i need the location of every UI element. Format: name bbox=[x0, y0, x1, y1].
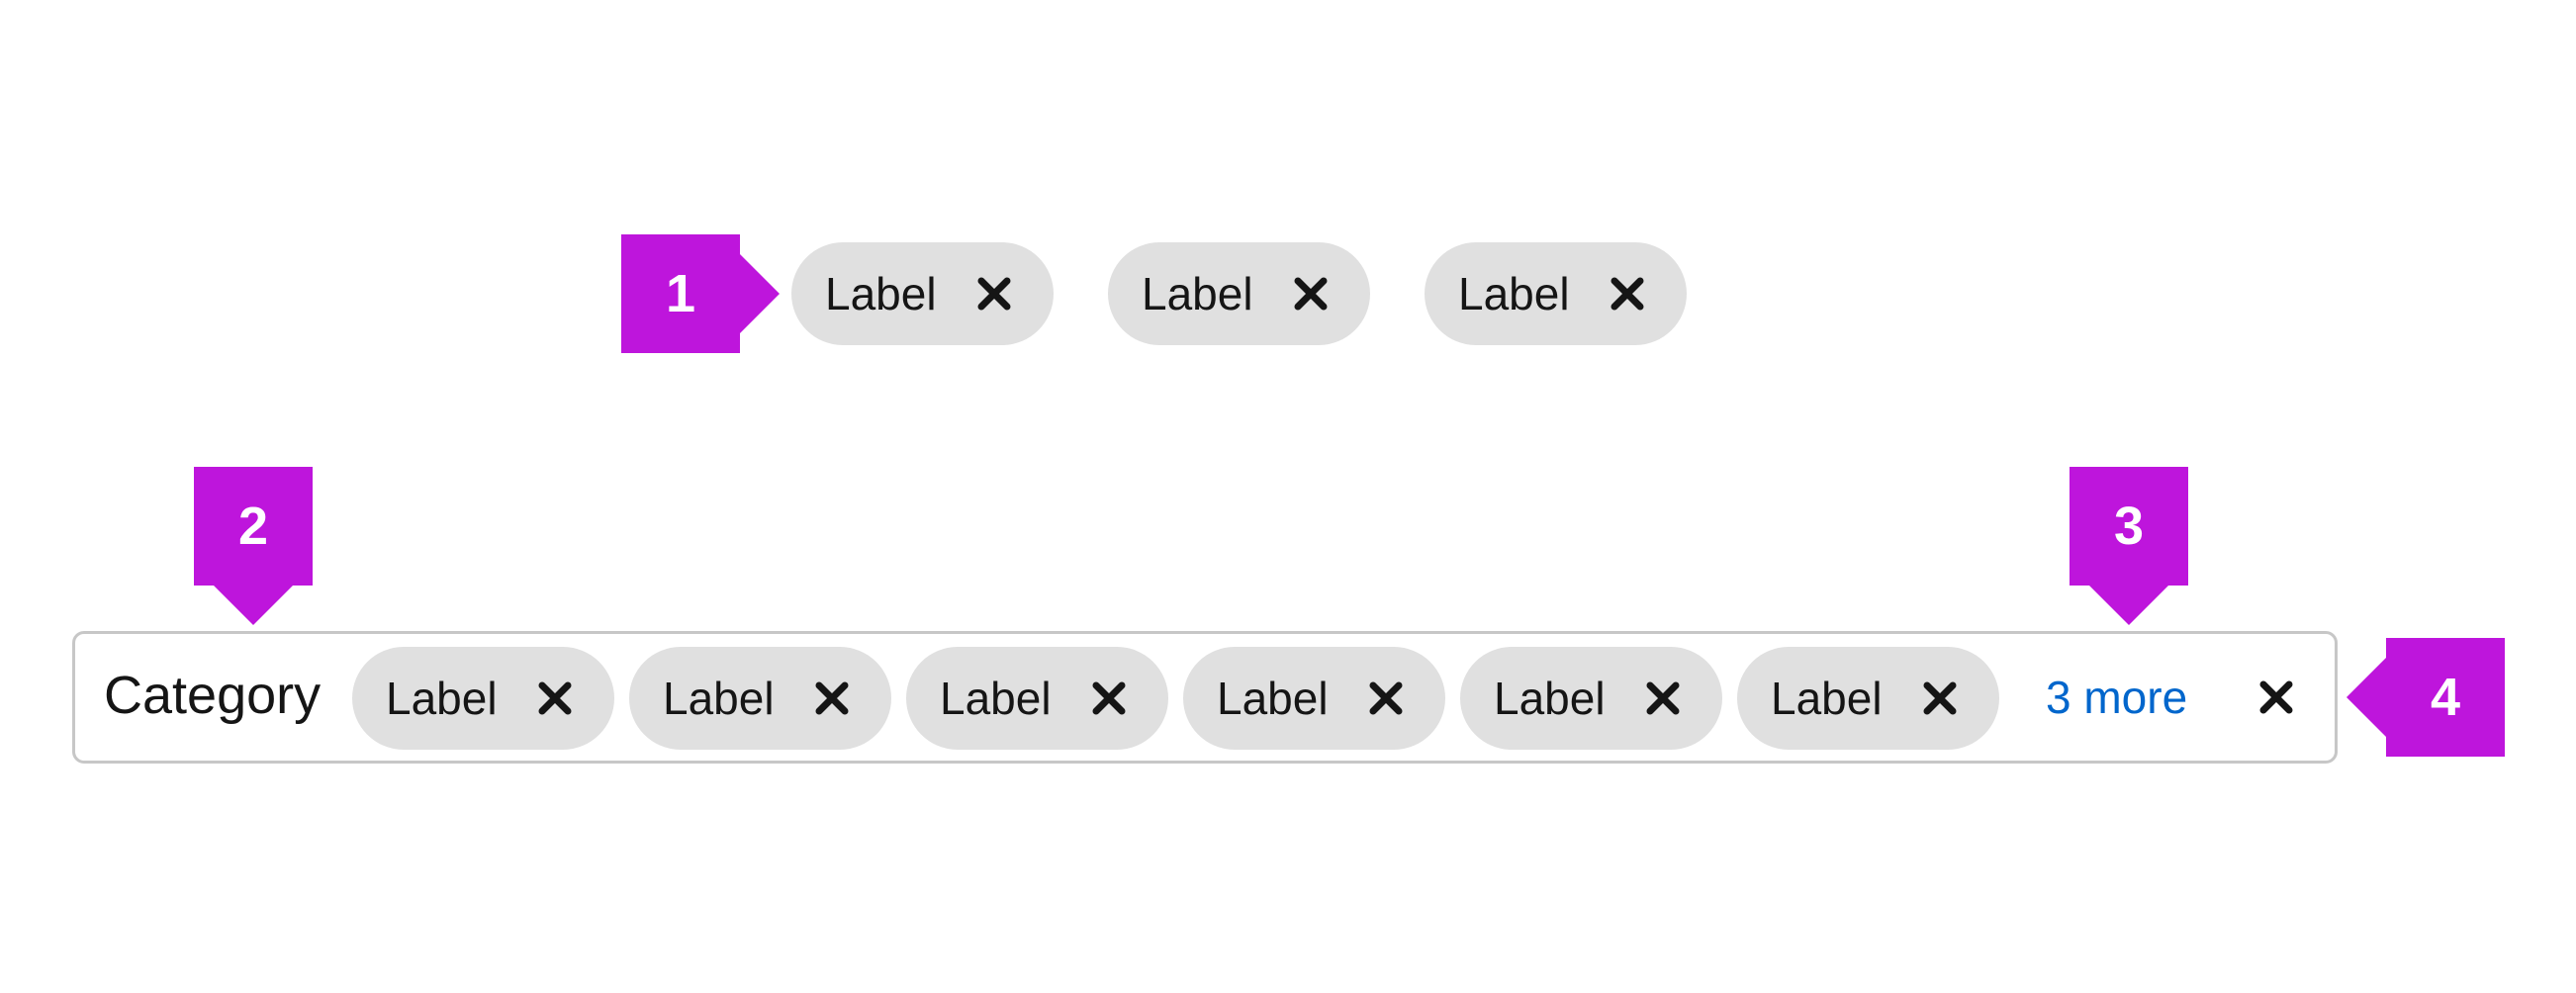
close-icon[interactable] bbox=[976, 276, 1012, 312]
callout-1-number: 1 bbox=[665, 264, 696, 323]
chip-label: Label bbox=[1494, 673, 1606, 724]
chip-label: Label bbox=[825, 268, 937, 319]
chip[interactable]: Label bbox=[1425, 242, 1687, 345]
chip[interactable]: Label bbox=[1108, 242, 1370, 345]
callout-2: 2 bbox=[194, 467, 313, 625]
chip[interactable]: Label bbox=[906, 647, 1168, 750]
chip[interactable]: Label bbox=[791, 242, 1054, 345]
close-icon[interactable] bbox=[1922, 680, 1958, 716]
callout-3: 3 bbox=[2070, 467, 2188, 625]
chip-label: Label bbox=[1142, 268, 1253, 319]
chip-group-category: Category bbox=[104, 666, 322, 725]
close-icon[interactable] bbox=[1293, 276, 1329, 312]
chip[interactable]: Label bbox=[1183, 647, 1445, 750]
callout-3-number: 3 bbox=[2113, 496, 2145, 556]
callout-4: 4 bbox=[2346, 638, 2505, 757]
more-chips-button[interactable]: 3 more bbox=[2046, 675, 2187, 720]
close-icon[interactable] bbox=[1368, 680, 1404, 716]
close-icon[interactable] bbox=[1645, 680, 1681, 716]
close-icon[interactable] bbox=[2258, 679, 2294, 715]
close-icon[interactable] bbox=[814, 680, 850, 716]
chip-label: Label bbox=[1217, 673, 1329, 724]
chip-label: Label bbox=[940, 673, 1052, 724]
chip-label: Label bbox=[386, 673, 498, 724]
chip[interactable]: Label bbox=[1737, 647, 1999, 750]
chip[interactable]: Label bbox=[352, 647, 614, 750]
chip-label: Label bbox=[663, 673, 775, 724]
callout-2-number: 2 bbox=[237, 496, 269, 556]
close-icon[interactable] bbox=[537, 680, 573, 716]
chip[interactable]: Label bbox=[1460, 647, 1722, 750]
close-icon[interactable] bbox=[1610, 276, 1645, 312]
close-icon[interactable] bbox=[1091, 680, 1127, 716]
callout-1: 1 bbox=[621, 234, 780, 353]
chip[interactable]: Label bbox=[629, 647, 891, 750]
callout-4-number: 4 bbox=[2430, 668, 2461, 727]
chip-label: Label bbox=[1771, 673, 1883, 724]
chip-label: Label bbox=[1458, 268, 1570, 319]
